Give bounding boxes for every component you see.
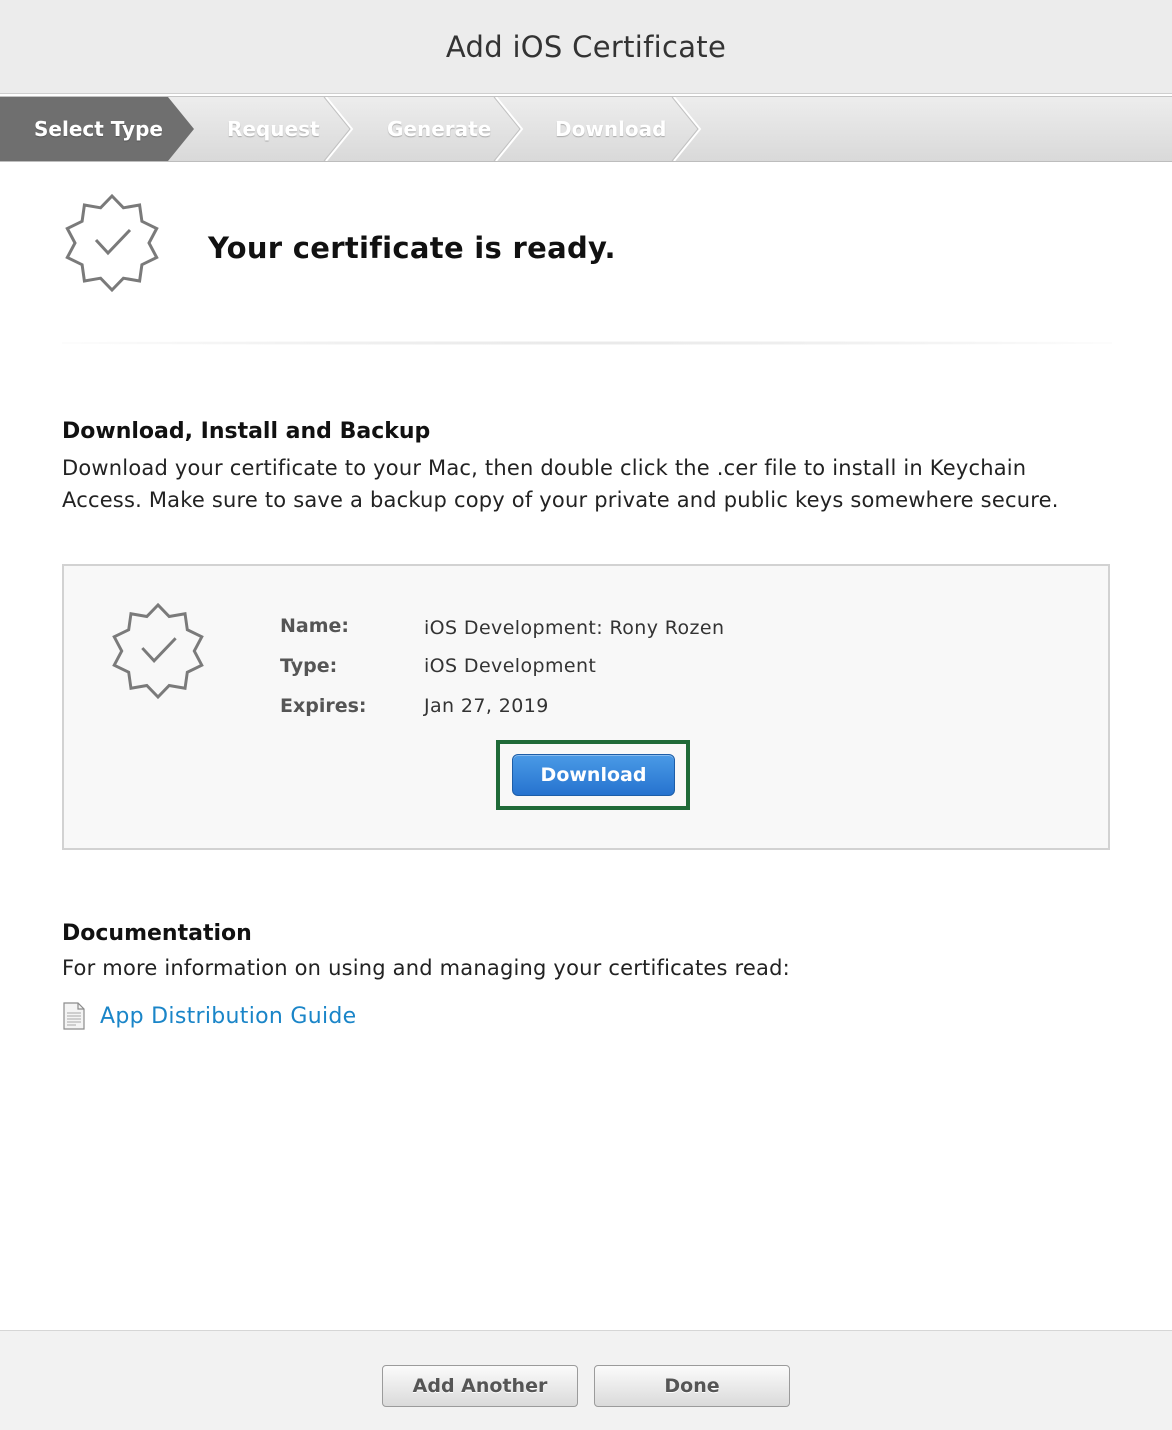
install-description: Download your certificate to your Mac, t…: [62, 452, 1112, 516]
type-value: iOS Development: [424, 655, 597, 677]
expires-label: Expires:: [280, 695, 367, 717]
expires-value: Jan 27, 2019: [424, 695, 549, 717]
page-title: Add iOS Certificate: [445, 29, 727, 64]
install-description-line: Access. Make sure to save a backup copy …: [62, 488, 1059, 512]
download-button[interactable]: Download: [512, 754, 675, 796]
step-progress-bar: Select Type Request Generate Download: [0, 96, 1172, 162]
certificate-badge-icon: [109, 602, 207, 704]
install-description-line: Download your certificate to your Mac, t…: [62, 456, 1027, 480]
documentation-description: For more information on using and managi…: [62, 956, 790, 980]
step-request: Request: [227, 117, 320, 141]
name-label: Name:: [280, 615, 350, 637]
type-label: Type:: [280, 655, 338, 677]
documentation-link-row[interactable]: App Distribution Guide: [62, 1002, 357, 1030]
footer-bar: Add Another Done: [0, 1330, 1172, 1430]
done-button[interactable]: Done: [594, 1365, 790, 1407]
step-generate: Generate: [387, 117, 492, 141]
certificate-badge-icon: [62, 193, 162, 297]
app-distribution-guide-link[interactable]: App Distribution Guide: [100, 1004, 357, 1029]
section-divider: [62, 341, 1112, 345]
step-download: Download: [555, 117, 667, 141]
certificate-panel: Name: iOS Development: Rony Rozen Type: …: [62, 564, 1110, 850]
ready-title: Your certificate is ready.: [208, 231, 616, 265]
step-select-type: Select Type: [34, 117, 163, 141]
name-value: iOS Development: Rony Rozen: [424, 617, 725, 639]
document-icon: [63, 1002, 85, 1030]
install-heading: Download, Install and Backup: [62, 419, 431, 444]
add-certificate-page: Add iOS Certificate Select Type Request …: [0, 0, 1172, 1430]
title-bar: Add iOS Certificate: [0, 0, 1172, 94]
documentation-heading: Documentation: [62, 921, 252, 946]
add-another-button[interactable]: Add Another: [382, 1365, 578, 1407]
